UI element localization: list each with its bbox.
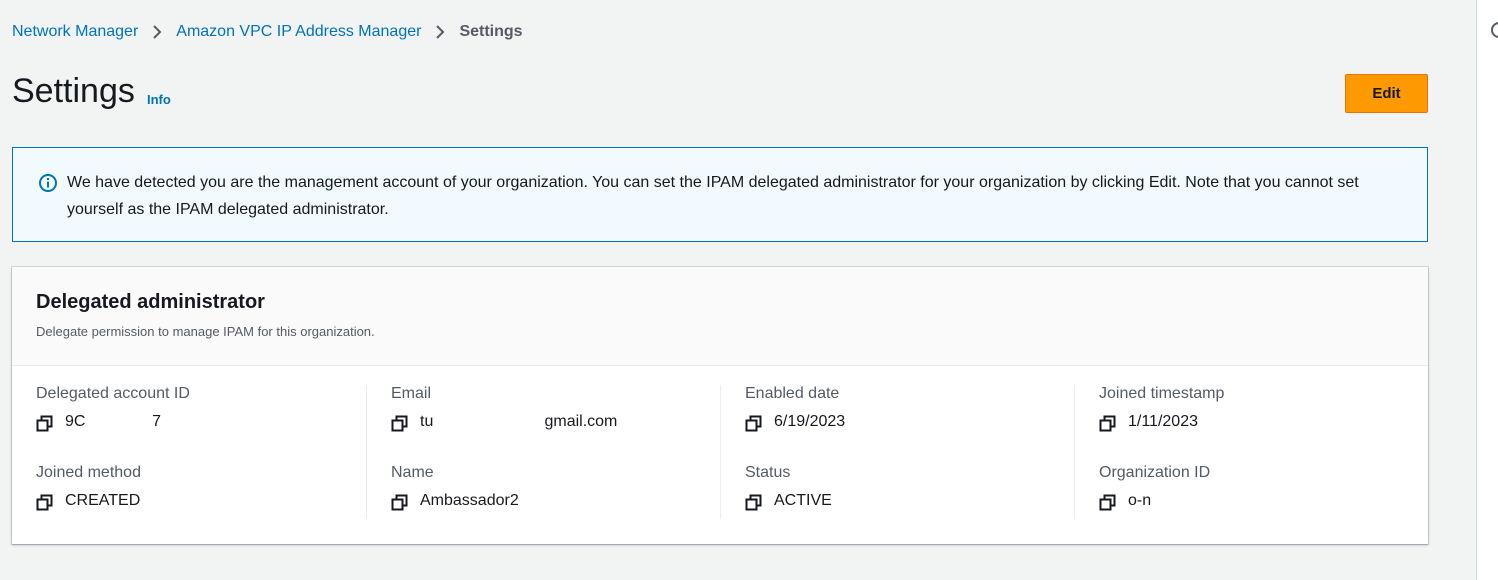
field-label: Joined method — [36, 464, 141, 481]
field-value: ACTIVE — [745, 492, 832, 510]
info-alert: We have detected you are the management … — [12, 147, 1428, 242]
field-value: CREATED — [36, 492, 141, 510]
main-content: Network Manager Amazon VPC IP Address Ma… — [0, 0, 1476, 580]
delegated-account-id-value: 9C 7 — [65, 413, 162, 430]
column-3: Enabled date 6/19/2023 Status ACTIVE — [720, 385, 1074, 519]
field-label: Joined timestamp — [1099, 385, 1225, 402]
delegated-admin-panel: Delegated administrator Delegate permiss… — [12, 267, 1428, 544]
help-panel-rail — [1476, 0, 1498, 580]
copy-icon[interactable] — [36, 415, 53, 432]
field-label: Organization ID — [1099, 464, 1211, 481]
panel-title: Delegated administrator — [36, 291, 265, 313]
breadcrumb-ipam[interactable]: Amazon VPC IP Address Manager — [176, 23, 421, 41]
panel-description: Delegate permission to manage IPAM for t… — [36, 324, 375, 339]
field-value: o-n — [1099, 492, 1210, 510]
field-joined-timestamp: Joined timestamp 1/11/2023 — [1099, 385, 1224, 431]
edit-button[interactable]: Edit — [1345, 74, 1428, 113]
breadcrumb-network-manager[interactable]: Network Manager — [12, 23, 138, 41]
breadcrumb: Network Manager Amazon VPC IP Address Ma… — [12, 22, 523, 42]
field-value: 1/11/2023 — [1099, 413, 1224, 431]
field-value: Ambassador2 — [391, 492, 519, 510]
field-label: Status — [745, 464, 791, 481]
breadcrumb-current: Settings — [459, 23, 523, 40]
copy-icon[interactable] — [745, 494, 762, 511]
joined-timestamp-value: 1/11/2023 — [1128, 413, 1198, 430]
field-label: Enabled date — [745, 385, 840, 402]
email-value: tu gmail.com — [420, 413, 618, 430]
field-label: Delegated account ID — [36, 385, 190, 402]
enabled-date-value: 6/19/2023 — [774, 413, 846, 430]
joined-method-value: CREATED — [65, 492, 141, 509]
copy-icon[interactable] — [745, 415, 762, 432]
field-enabled-date: Enabled date 6/19/2023 — [745, 385, 845, 431]
field-organization-id: Organization ID o-n — [1099, 464, 1210, 510]
column-4: Joined timestamp 1/11/2023 Organization … — [1074, 385, 1428, 519]
info-link[interactable]: Info — [147, 92, 171, 107]
column-1: Delegated account ID 9C 7 Joined method … — [12, 385, 366, 519]
field-email: Email tu gmail.com — [391, 385, 617, 431]
organization-id-value: o-n — [1128, 492, 1152, 509]
field-status: Status ACTIVE — [745, 464, 832, 510]
copy-icon[interactable] — [36, 494, 53, 511]
field-value: 6/19/2023 — [745, 413, 845, 431]
column-2: Email tu gmail.com Name Ambassador2 — [366, 385, 720, 519]
field-joined-method: Joined method CREATED — [36, 464, 141, 510]
copy-icon[interactable] — [1099, 494, 1116, 511]
chevron-right-icon — [138, 23, 176, 41]
field-name: Name Ambassador2 — [391, 464, 519, 510]
copy-icon[interactable] — [391, 494, 408, 511]
copy-icon[interactable] — [1099, 415, 1116, 432]
info-icon — [38, 173, 58, 193]
page-title: Settings — [12, 72, 135, 110]
chevron-right-icon — [421, 23, 459, 41]
status-value: ACTIVE — [774, 492, 832, 509]
info-icon[interactable] — [1491, 22, 1498, 38]
alert-message: We have detected you are the management … — [67, 174, 1359, 218]
field-delegated-account-id: Delegated account ID 9C 7 — [36, 385, 190, 431]
field-value: 9C 7 — [36, 413, 190, 431]
field-label: Email — [391, 385, 432, 402]
name-value: Ambassador2 — [420, 492, 519, 509]
field-value: tu gmail.com — [391, 413, 617, 431]
copy-icon[interactable] — [391, 415, 408, 432]
panel-header: Delegated administrator Delegate permiss… — [12, 267, 1428, 366]
field-label: Name — [391, 464, 434, 481]
